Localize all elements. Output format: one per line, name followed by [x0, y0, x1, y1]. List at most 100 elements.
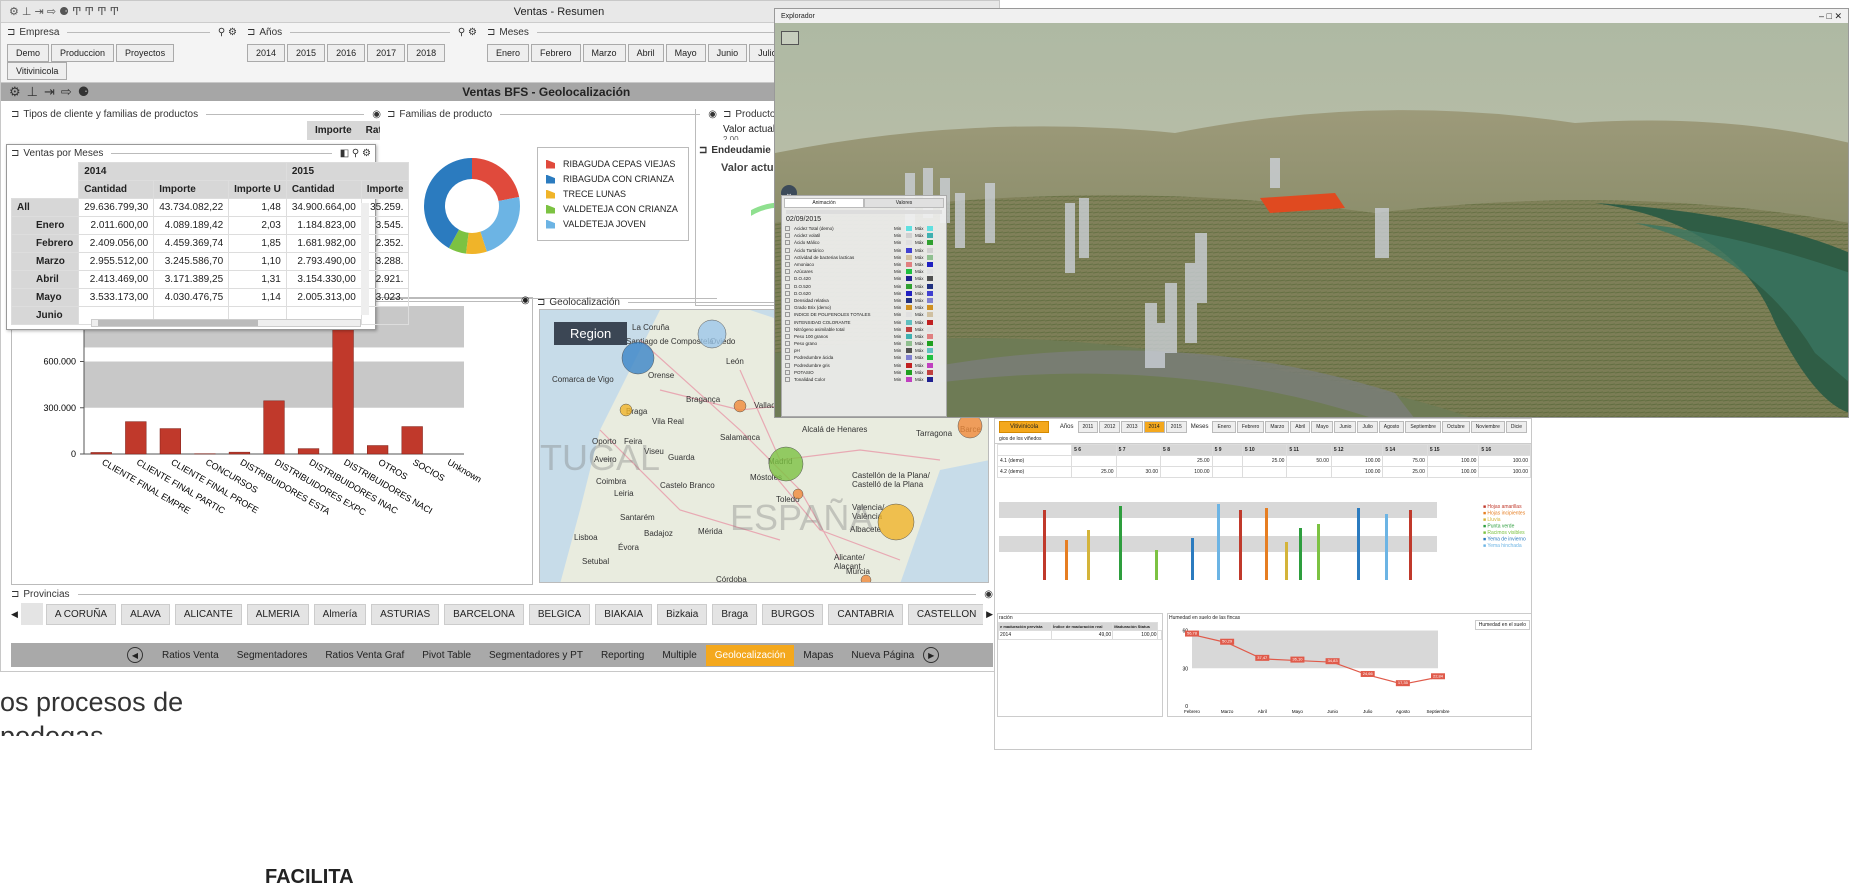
- table-row[interactable]: Marzo 2.955.512,00 3.245.586,70 1,10 2.793.4…: [10, 252, 410, 271]
- provincia-btn-8[interactable]: BIAKAIA: [595, 603, 653, 625]
- max-color-swatch[interactable]: [927, 240, 933, 246]
- bar[interactable]: [297, 448, 320, 455]
- variable-row[interactable]: Nitrógeno asimilable total Min Máx: [782, 326, 946, 333]
- r-anos-btn-3[interactable]: 2014: [1143, 421, 1165, 433]
- min-color-swatch[interactable]: [906, 247, 912, 253]
- meses-btn-0[interactable]: Enero: [487, 44, 530, 62]
- max-color-swatch[interactable]: [927, 319, 933, 325]
- r-col-header[interactable]: 5 7: [1115, 444, 1162, 456]
- collapse-icon[interactable]: ⊐: [537, 297, 545, 308]
- scroll-right-icon[interactable]: ▶: [986, 609, 993, 620]
- col-header[interactable]: Importe: [153, 180, 230, 199]
- variable-checkbox[interactable]: [785, 276, 790, 282]
- variable-checkbox[interactable]: [785, 312, 790, 318]
- min-color-swatch[interactable]: [906, 319, 912, 325]
- variable-row[interactable]: Acidez volatil Min Máx: [782, 232, 946, 239]
- max-color-swatch[interactable]: [927, 333, 933, 339]
- nav-back-icon[interactable]: ◀: [127, 647, 143, 663]
- variable-row[interactable]: Amoniaco Min Máx: [782, 261, 946, 268]
- meses-btn-1[interactable]: Febrero: [531, 44, 581, 62]
- variable-checkbox[interactable]: [785, 269, 790, 275]
- empresa-btn-1[interactable]: Produccion: [51, 44, 115, 62]
- max-color-swatch[interactable]: [927, 269, 933, 275]
- bar[interactable]: [367, 445, 389, 455]
- variable-checkbox[interactable]: [785, 355, 790, 361]
- r-meses-btn-0[interactable]: Enero: [1212, 421, 1236, 433]
- donut-chart[interactable]: [417, 151, 527, 261]
- toolbar-icons[interactable]: ⚙ ⊥ ⇥ ⇨ ⚈ Ͳ Ͳ Ͳ Ͳ: [9, 5, 119, 18]
- r-meses-btn-7[interactable]: Agosto: [1378, 421, 1405, 433]
- nav-tab-5[interactable]: Reporting: [592, 645, 653, 666]
- legend-item[interactable]: RIBAGUDA CON CRIANZA: [546, 174, 680, 184]
- legend-item[interactable]: RIBAGUDA CEPAS VIEJAS: [546, 159, 680, 169]
- provincia-btn-10[interactable]: Braga: [712, 603, 758, 625]
- empresa-btn-3[interactable]: Vitivinicola: [7, 62, 68, 80]
- meses-btn-3[interactable]: Abril: [627, 44, 664, 62]
- min-color-swatch[interactable]: [906, 226, 912, 232]
- min-color-swatch[interactable]: [906, 254, 912, 260]
- max-color-swatch[interactable]: [927, 297, 933, 303]
- mad-col-header[interactable]: Índice de maduración real: [1051, 622, 1114, 631]
- r-meses-btn-4[interactable]: Mayo: [1311, 421, 1334, 433]
- variable-row[interactable]: Azúcares Min Máx: [782, 268, 946, 275]
- phenology-bar[interactable]: [1065, 540, 1068, 580]
- map-bubble[interactable]: [733, 399, 747, 413]
- r-col-header[interactable]: 5 16: [1478, 444, 1531, 456]
- provincia-btn-9[interactable]: Bizkaia: [657, 603, 708, 625]
- map-bubble[interactable]: [768, 446, 804, 482]
- phenology-bar[interactable]: [1087, 530, 1090, 580]
- table-row[interactable]: Febrero 2.409.056,00 4.459.369,74 1,85 1.681…: [10, 234, 410, 253]
- variable-row[interactable]: D.O.420 Min Máx: [782, 275, 946, 282]
- radio-icon[interactable]: ◉: [521, 295, 530, 306]
- nav-tab-9[interactable]: Nueva Página: [842, 645, 923, 666]
- nav-tab-4[interactable]: Segmentadores y PT: [480, 645, 592, 666]
- provincia-btn-2[interactable]: ALICANTE: [174, 603, 242, 625]
- bar[interactable]: [90, 452, 112, 455]
- variable-row[interactable]: Densidad relativa Min Máx: [782, 297, 946, 304]
- variable-checkbox[interactable]: [785, 283, 790, 289]
- r-col-header[interactable]: 5 11: [1286, 444, 1332, 456]
- filter-icon[interactable]: ⚲ ⚙: [218, 27, 237, 38]
- legend-item[interactable]: VALDETEJA CON CRIANZA: [546, 204, 680, 214]
- map-bubble[interactable]: [877, 503, 915, 541]
- col-header[interactable]: Cantidad: [285, 180, 362, 199]
- year-header[interactable]: 2014: [78, 162, 287, 181]
- map-bubble[interactable]: [792, 488, 804, 500]
- variable-checkbox[interactable]: [785, 290, 790, 296]
- nav-forward-icon[interactable]: ▶: [923, 647, 940, 663]
- max-color-swatch[interactable]: [927, 369, 933, 375]
- r-meses-btn-5[interactable]: Junio: [1334, 421, 1357, 433]
- collapse-icon[interactable]: ⊐: [11, 109, 19, 120]
- provincia-btn-1[interactable]: ALAVA: [121, 603, 170, 625]
- map-bubble[interactable]: [621, 341, 655, 375]
- window-controls-icon[interactable]: – □ ✕: [1819, 11, 1848, 22]
- variable-row[interactable]: Actividad de bacterias lacticas Min Máx: [782, 254, 946, 261]
- phenology-bar[interactable]: [1155, 550, 1158, 580]
- mad-col-header[interactable]: Maduración Status: [1112, 622, 1159, 631]
- bar-chart[interactable]: 900.000600.000300.0000CLIENTE FINAL EMPR…: [12, 298, 532, 584]
- humedad-line-chart[interactable]: 6030056,78Febrero50,29Marzo37,47Abril36,…: [1168, 622, 1532, 716]
- max-color-swatch[interactable]: [927, 283, 933, 289]
- collapse-icon[interactable]: ⊐: [487, 27, 495, 38]
- max-color-swatch[interactable]: [927, 355, 933, 361]
- phenology-bar[interactable]: [1299, 528, 1302, 580]
- legend-item[interactable]: TRECE LUNAS: [546, 189, 680, 199]
- max-color-swatch[interactable]: [927, 226, 933, 232]
- empresa-btn-2[interactable]: Proyectos: [116, 44, 175, 62]
- camera-icon[interactable]: [781, 31, 799, 45]
- radio-icon[interactable]: ◉: [984, 589, 993, 600]
- nav-tab-0[interactable]: Ratios Venta: [153, 645, 228, 666]
- max-color-swatch[interactable]: [927, 326, 933, 332]
- view-icon[interactable]: ◧ ⚲ ⚙: [340, 148, 371, 159]
- radio-icon[interactable]: ◉: [372, 109, 381, 120]
- r-col-header[interactable]: 5 8: [1160, 444, 1213, 456]
- max-color-swatch[interactable]: [927, 262, 933, 268]
- nav-tab-8[interactable]: Mapas: [794, 645, 842, 666]
- variable-checkbox[interactable]: [785, 247, 790, 253]
- vitivinicola-button[interactable]: Vitivinicola: [999, 421, 1050, 433]
- r-col-header[interactable]: 5 10: [1241, 444, 1288, 456]
- r-meses-btn-9[interactable]: Octubre: [1441, 421, 1470, 433]
- variable-checkbox[interactable]: [785, 326, 790, 332]
- donut-slice[interactable]: [472, 158, 520, 201]
- variable-checkbox[interactable]: [785, 262, 790, 268]
